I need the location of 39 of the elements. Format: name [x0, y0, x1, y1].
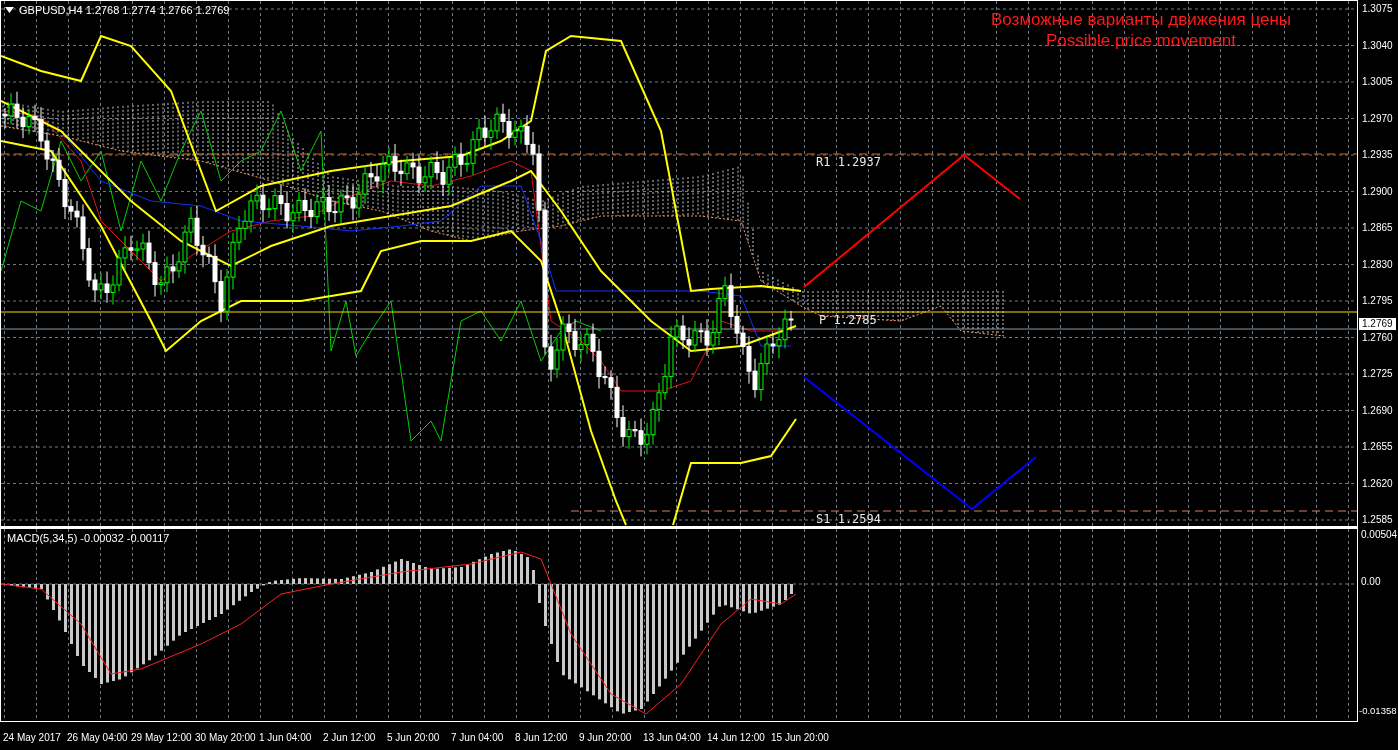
price-axis-label: 1.2970 — [1362, 112, 1393, 124]
time-axis-label: 14 Jun 12:00 — [707, 732, 765, 743]
time-axis-label: 8 Jun 12:00 — [515, 732, 568, 743]
price-axis-label: 1.2655 — [1362, 441, 1393, 452]
time-axis-label: 2 Jun 12:00 — [323, 732, 376, 743]
time-axis-label: 15 Jun 20:00 — [771, 732, 829, 743]
price-axis-label: 1.2900 — [1362, 185, 1393, 197]
annotation-text: Possible price movement — [1046, 30, 1236, 51]
time-axis-label: 24 May 2017 — [3, 732, 61, 743]
time-axis-label: 29 May 12:00 — [131, 732, 192, 743]
price-axis-label: 1.3075 — [1362, 3, 1393, 14]
time-axis-label: 13 Jun 04:00 — [643, 732, 701, 743]
price-axis-label: 1.3005 — [1362, 76, 1393, 87]
macd-axis-label: 0.00 — [1361, 576, 1381, 587]
pivot-level-label: P 1.2785 — [819, 313, 877, 327]
price-axis-label: 1.2760 — [1362, 331, 1393, 343]
chart-header: GBPUSD,H4 1.2768 1.2774 1.2766 1.2769 — [19, 4, 230, 16]
pivot-level-label: S1 1.2594 — [816, 512, 882, 526]
macd-axis-label: -0.01358 — [1359, 705, 1397, 716]
pivot-level-label: R1 1.2937 — [816, 155, 882, 169]
time-axis-label: 5 Jun 20:00 — [387, 732, 440, 743]
current-price-tag: 1.2769 — [1359, 318, 1396, 330]
price-axis-label: 1.2830 — [1362, 258, 1393, 270]
time-axis-label: 26 May 04:00 — [67, 732, 128, 743]
price-axis-label: 1.2795 — [1362, 295, 1393, 306]
time-axis-label: 9 Jun 20:00 — [579, 732, 632, 743]
price-axis-label: 1.2690 — [1362, 404, 1393, 416]
time-axis-label: 30 May 20:00 — [195, 732, 256, 743]
price-axis-label: 1.2620 — [1362, 477, 1393, 489]
macd-axis-label: 0.00504 — [1361, 529, 1398, 540]
price-axis-label: 1.2585 — [1362, 514, 1393, 525]
time-axis-label: 7 Jun 04:00 — [451, 732, 504, 743]
time-axis-label: 1 Jun 04:00 — [259, 732, 312, 743]
macd-title: MACD(5,34,5) -0.00032 -0.00117 — [7, 532, 170, 544]
price-axis-label: 1.2865 — [1362, 222, 1393, 233]
annotation-text: Возможные варианты движения цены — [991, 9, 1291, 30]
price-axis-label: 1.2725 — [1362, 368, 1393, 379]
price-axis-label: 1.3040 — [1362, 39, 1393, 51]
price-axis-label: 1.2935 — [1362, 149, 1393, 160]
